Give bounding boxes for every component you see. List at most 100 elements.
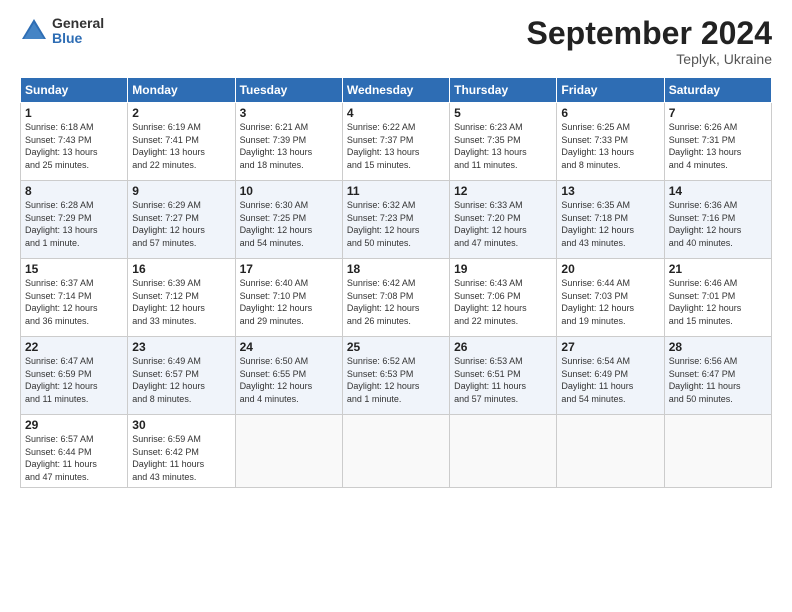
calendar-cell-1-7: 7Sunrise: 6:26 AMSunset: 7:31 PMDaylight…	[664, 103, 771, 181]
calendar-cell-2-1: 8Sunrise: 6:28 AMSunset: 7:29 PMDaylight…	[21, 181, 128, 259]
logo-text: General Blue	[52, 16, 104, 47]
day-info: Sunrise: 6:37 AMSunset: 7:14 PMDaylight:…	[25, 277, 123, 327]
calendar-cell-2-6: 13Sunrise: 6:35 AMSunset: 7:18 PMDayligh…	[557, 181, 664, 259]
calendar-cell-2-2: 9Sunrise: 6:29 AMSunset: 7:27 PMDaylight…	[128, 181, 235, 259]
day-number: 8	[25, 184, 123, 198]
calendar-cell-5-2: 30Sunrise: 6:59 AMSunset: 6:42 PMDayligh…	[128, 415, 235, 487]
calendar-cell-4-4: 25Sunrise: 6:52 AMSunset: 6:53 PMDayligh…	[342, 337, 449, 415]
calendar-cell-3-3: 17Sunrise: 6:40 AMSunset: 7:10 PMDayligh…	[235, 259, 342, 337]
calendar-row-1: 1Sunrise: 6:18 AMSunset: 7:43 PMDaylight…	[21, 103, 772, 181]
day-number: 12	[454, 184, 552, 198]
day-number: 11	[347, 184, 445, 198]
calendar-cell-3-5: 19Sunrise: 6:43 AMSunset: 7:06 PMDayligh…	[450, 259, 557, 337]
day-number: 14	[669, 184, 767, 198]
calendar-cell-5-7	[664, 415, 771, 487]
calendar-row-3: 15Sunrise: 6:37 AMSunset: 7:14 PMDayligh…	[21, 259, 772, 337]
day-info: Sunrise: 6:29 AMSunset: 7:27 PMDaylight:…	[132, 199, 230, 249]
day-number: 30	[132, 418, 230, 432]
day-number: 29	[25, 418, 123, 432]
header-thursday: Thursday	[450, 78, 557, 103]
day-number: 2	[132, 106, 230, 120]
calendar-cell-5-3	[235, 415, 342, 487]
calendar-cell-4-6: 27Sunrise: 6:54 AMSunset: 6:49 PMDayligh…	[557, 337, 664, 415]
day-info: Sunrise: 6:23 AMSunset: 7:35 PMDaylight:…	[454, 121, 552, 171]
calendar-row-4: 22Sunrise: 6:47 AMSunset: 6:59 PMDayligh…	[21, 337, 772, 415]
calendar-cell-5-1: 29Sunrise: 6:57 AMSunset: 6:44 PMDayligh…	[21, 415, 128, 487]
day-info: Sunrise: 6:36 AMSunset: 7:16 PMDaylight:…	[669, 199, 767, 249]
day-info: Sunrise: 6:30 AMSunset: 7:25 PMDaylight:…	[240, 199, 338, 249]
day-info: Sunrise: 6:42 AMSunset: 7:08 PMDaylight:…	[347, 277, 445, 327]
header-friday: Friday	[557, 78, 664, 103]
calendar-cell-2-7: 14Sunrise: 6:36 AMSunset: 7:16 PMDayligh…	[664, 181, 771, 259]
calendar-cell-3-7: 21Sunrise: 6:46 AMSunset: 7:01 PMDayligh…	[664, 259, 771, 337]
day-info: Sunrise: 6:35 AMSunset: 7:18 PMDaylight:…	[561, 199, 659, 249]
day-number: 15	[25, 262, 123, 276]
month-title: September 2024	[527, 16, 772, 51]
calendar-cell-3-6: 20Sunrise: 6:44 AMSunset: 7:03 PMDayligh…	[557, 259, 664, 337]
header-tuesday: Tuesday	[235, 78, 342, 103]
logo-blue-text: Blue	[52, 31, 104, 46]
day-number: 3	[240, 106, 338, 120]
day-number: 13	[561, 184, 659, 198]
day-info: Sunrise: 6:33 AMSunset: 7:20 PMDaylight:…	[454, 199, 552, 249]
day-info: Sunrise: 6:46 AMSunset: 7:01 PMDaylight:…	[669, 277, 767, 327]
day-number: 27	[561, 340, 659, 354]
calendar-cell-3-1: 15Sunrise: 6:37 AMSunset: 7:14 PMDayligh…	[21, 259, 128, 337]
day-info: Sunrise: 6:40 AMSunset: 7:10 PMDaylight:…	[240, 277, 338, 327]
header-sunday: Sunday	[21, 78, 128, 103]
day-number: 22	[25, 340, 123, 354]
day-info: Sunrise: 6:52 AMSunset: 6:53 PMDaylight:…	[347, 355, 445, 405]
calendar-cell-1-1: 1Sunrise: 6:18 AMSunset: 7:43 PMDaylight…	[21, 103, 128, 181]
day-info: Sunrise: 6:50 AMSunset: 6:55 PMDaylight:…	[240, 355, 338, 405]
weekday-header-row: Sunday Monday Tuesday Wednesday Thursday…	[21, 78, 772, 103]
logo-icon	[20, 17, 48, 45]
day-info: Sunrise: 6:54 AMSunset: 6:49 PMDaylight:…	[561, 355, 659, 405]
calendar-cell-1-6: 6Sunrise: 6:25 AMSunset: 7:33 PMDaylight…	[557, 103, 664, 181]
day-info: Sunrise: 6:22 AMSunset: 7:37 PMDaylight:…	[347, 121, 445, 171]
header-saturday: Saturday	[664, 78, 771, 103]
day-number: 10	[240, 184, 338, 198]
day-info: Sunrise: 6:26 AMSunset: 7:31 PMDaylight:…	[669, 121, 767, 171]
page: General Blue September 2024 Teplyk, Ukra…	[0, 0, 792, 612]
header-monday: Monday	[128, 78, 235, 103]
header: General Blue September 2024 Teplyk, Ukra…	[20, 16, 772, 67]
day-info: Sunrise: 6:25 AMSunset: 7:33 PMDaylight:…	[561, 121, 659, 171]
day-info: Sunrise: 6:28 AMSunset: 7:29 PMDaylight:…	[25, 199, 123, 249]
calendar-cell-3-2: 16Sunrise: 6:39 AMSunset: 7:12 PMDayligh…	[128, 259, 235, 337]
calendar-cell-5-4	[342, 415, 449, 487]
day-info: Sunrise: 6:44 AMSunset: 7:03 PMDaylight:…	[561, 277, 659, 327]
calendar-cell-1-5: 5Sunrise: 6:23 AMSunset: 7:35 PMDaylight…	[450, 103, 557, 181]
day-info: Sunrise: 6:43 AMSunset: 7:06 PMDaylight:…	[454, 277, 552, 327]
calendar-cell-4-1: 22Sunrise: 6:47 AMSunset: 6:59 PMDayligh…	[21, 337, 128, 415]
day-number: 20	[561, 262, 659, 276]
day-number: 24	[240, 340, 338, 354]
day-info: Sunrise: 6:57 AMSunset: 6:44 PMDaylight:…	[25, 433, 123, 483]
day-number: 4	[347, 106, 445, 120]
calendar-cell-1-2: 2Sunrise: 6:19 AMSunset: 7:41 PMDaylight…	[128, 103, 235, 181]
logo: General Blue	[20, 16, 104, 47]
day-info: Sunrise: 6:21 AMSunset: 7:39 PMDaylight:…	[240, 121, 338, 171]
calendar-cell-5-5	[450, 415, 557, 487]
calendar-cell-2-4: 11Sunrise: 6:32 AMSunset: 7:23 PMDayligh…	[342, 181, 449, 259]
day-info: Sunrise: 6:47 AMSunset: 6:59 PMDaylight:…	[25, 355, 123, 405]
day-number: 18	[347, 262, 445, 276]
day-number: 19	[454, 262, 552, 276]
calendar-cell-3-4: 18Sunrise: 6:42 AMSunset: 7:08 PMDayligh…	[342, 259, 449, 337]
day-number: 21	[669, 262, 767, 276]
calendar-cell-4-7: 28Sunrise: 6:56 AMSunset: 6:47 PMDayligh…	[664, 337, 771, 415]
day-number: 25	[347, 340, 445, 354]
day-info: Sunrise: 6:39 AMSunset: 7:12 PMDaylight:…	[132, 277, 230, 327]
day-info: Sunrise: 6:19 AMSunset: 7:41 PMDaylight:…	[132, 121, 230, 171]
day-number: 7	[669, 106, 767, 120]
calendar-row-2: 8Sunrise: 6:28 AMSunset: 7:29 PMDaylight…	[21, 181, 772, 259]
calendar-cell-5-6	[557, 415, 664, 487]
day-info: Sunrise: 6:49 AMSunset: 6:57 PMDaylight:…	[132, 355, 230, 405]
calendar-table: Sunday Monday Tuesday Wednesday Thursday…	[20, 77, 772, 487]
day-number: 1	[25, 106, 123, 120]
calendar-cell-1-4: 4Sunrise: 6:22 AMSunset: 7:37 PMDaylight…	[342, 103, 449, 181]
day-number: 6	[561, 106, 659, 120]
day-number: 17	[240, 262, 338, 276]
day-number: 26	[454, 340, 552, 354]
day-info: Sunrise: 6:53 AMSunset: 6:51 PMDaylight:…	[454, 355, 552, 405]
day-number: 23	[132, 340, 230, 354]
